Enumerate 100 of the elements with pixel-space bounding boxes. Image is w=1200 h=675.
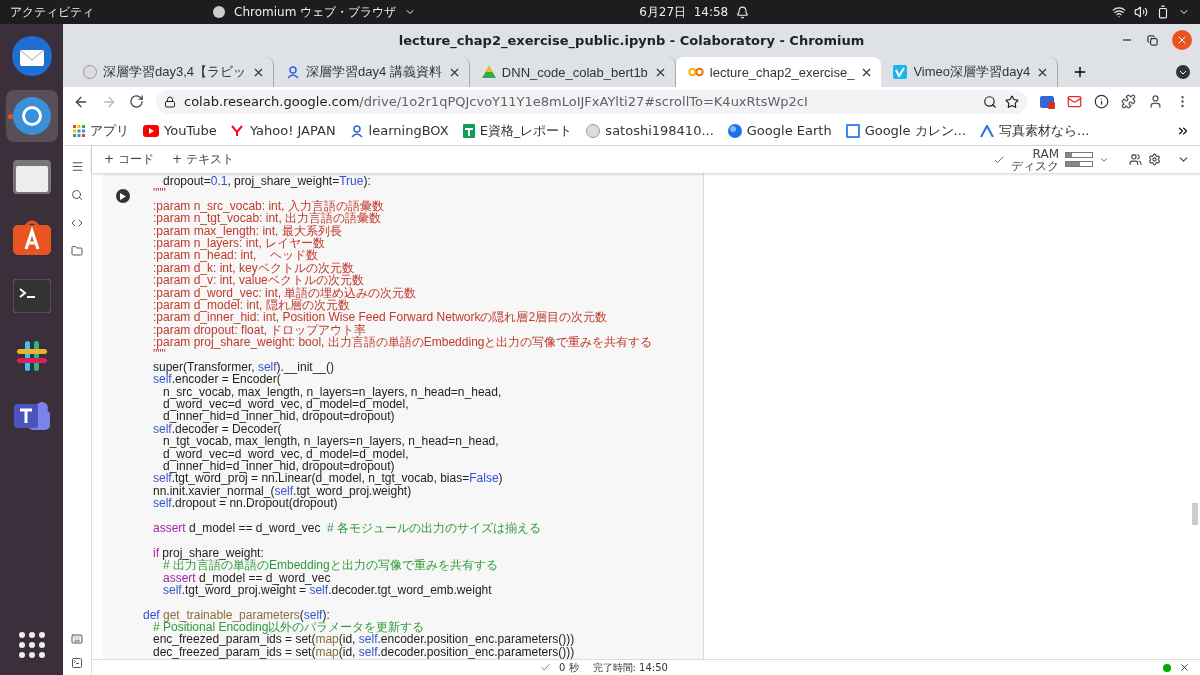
info-icon[interactable] — [1094, 94, 1109, 109]
code-line: :param d_word_vec: int, 単語の埋め込みの次元数 — [152, 286, 418, 299]
code-line: enc_freezed_param_ids = set(map(id, self.encoder.position_enc.parameters())) — [152, 633, 576, 646]
bell-icon — [736, 5, 750, 19]
play-icon — [120, 192, 126, 200]
calendar-icon — [845, 123, 860, 138]
bookmark[interactable]: E資格_レポート — [462, 121, 573, 140]
add-code-button[interactable]: + コード — [102, 151, 156, 168]
code-line: self.decoder = Decoder( — [152, 422, 282, 436]
wifi-icon — [1112, 5, 1126, 19]
browser-tab[interactable]: DNN_code_colab_bert1b — [469, 57, 676, 87]
check-icon — [540, 662, 551, 673]
code-line: d_inner_hid=d_inner_hid, dropout=dropout) — [163, 460, 395, 473]
code-line: dec_freezed_param_ids = set(map(id, self.decoder.position_enc.parameters())) — [152, 645, 576, 659]
apps-grid-icon[interactable] — [17, 631, 46, 659]
bookmark[interactable]: Yahoo! JAPAN — [230, 123, 336, 138]
code-line: # 出力言語の単語のEmbeddingと出力の写像で重みを共有する — [162, 559, 499, 572]
bookmark[interactable]: アプリ — [73, 121, 129, 140]
bookmark[interactable]: satoshi198410... — [586, 123, 714, 138]
apps-grid-icon — [73, 124, 85, 137]
play-logo-icon — [143, 124, 159, 137]
window-title: lecture_chap2_exercise_public.ipynb - Colaboratory - Chromium — [398, 33, 865, 48]
run-button[interactable] — [116, 189, 130, 203]
folder-icon[interactable] — [71, 245, 83, 257]
browser-tab[interactable]: 深層学習day4 講義資料 — [274, 57, 470, 87]
ram-label: RAM — [1032, 147, 1059, 160]
scrollbar[interactable] — [1192, 503, 1198, 525]
code-icon[interactable] — [71, 217, 83, 229]
sheet-icon — [462, 123, 475, 138]
code-line: :param n_tgt_vocab: int, 出力言語の語彙数 — [152, 212, 382, 225]
peak-logo-icon — [980, 124, 994, 137]
app-indicator-icon — [212, 5, 226, 19]
terminal-icon[interactable] — [71, 657, 83, 669]
code-line: self.tgt_word_proj.weight = self.decoder.tgt_word_emb.weight — [162, 583, 493, 597]
code-line: :param d_k: int, keyベクトルの次元数 — [152, 261, 354, 275]
extension-icon[interactable] — [1039, 93, 1055, 110]
browser-icon — [11, 96, 52, 136]
code-line: """ — [152, 348, 166, 361]
clock[interactable]: 6月27日 14:58 — [639, 3, 729, 21]
folder-icon — [12, 158, 51, 194]
infinity-icon — [687, 67, 704, 77]
restore-icon[interactable] — [1147, 34, 1158, 46]
finish-time: 完了時間: 14:50 — [592, 660, 668, 675]
code-line: n_tgt_vocab, max_length, n_layers=n_layers, n_head=n_head, — [162, 435, 500, 448]
dock-item[interactable] — [5, 90, 58, 142]
run-duration: 0 秒 — [559, 660, 579, 675]
globe-icon — [727, 123, 742, 138]
bookmark[interactable]: learningBOX — [349, 123, 449, 138]
code-line: assert d_model == d_word_vec # 各モジュールの出力のサイズは揃える — [152, 521, 543, 535]
disk-meter — [1065, 161, 1093, 167]
code-line: # Positional Encoding以外のパラメータを更新する — [152, 621, 425, 634]
code-line: d_word_vec=d_word_vec, d_model=d_model, — [162, 398, 410, 411]
v-logo-icon — [893, 65, 908, 79]
code-line: self.tgt_word_proj = nn.Linear(d_model, n_tgt_vocab, bias=False) — [152, 472, 504, 485]
connected-dot-icon — [1163, 663, 1171, 672]
browser-tab[interactable]: 深層学習day3,4【ラビッ — [71, 57, 275, 87]
address-bar[interactable]: colab.research.google.com/drive/1o2r1qPQJcvoY11Y1e8mLoIJFxAYlti27#scrollTo=K4uxRtsWp2cI — [156, 89, 1027, 114]
bookmark[interactable]: Google Earth — [727, 123, 832, 138]
volume-icon — [1134, 5, 1148, 19]
profile-icon[interactable] — [1148, 94, 1163, 109]
code-line: :param proj_share_weight: bool, 出力言語の単語のEmbeddingと出力の写像で重みを共有する — [152, 336, 653, 349]
tab-menu-icon[interactable] — [1176, 65, 1190, 79]
app-menu[interactable]: Chromium ウェブ・ブラウザ — [234, 3, 397, 21]
code-line: d_word_vec=d_word_vec, d_model=d_model, — [162, 447, 409, 460]
close-icon — [1176, 34, 1188, 46]
disk-label: ディスク — [1011, 159, 1059, 172]
toc-icon[interactable] — [70, 160, 84, 173]
bookmark[interactable]: YouTube — [143, 123, 217, 138]
triangle-icon — [481, 66, 496, 78]
browser-tab[interactable]: lecture_chap2_exercise_ — [675, 57, 882, 87]
code-line: """ — [152, 187, 166, 200]
code-line: :param n_head: int, ヘッド数 — [152, 249, 319, 262]
code-line: :param max_length: int, 最大系列長 — [152, 224, 342, 237]
ram-meter — [1065, 152, 1093, 158]
code-line: :param d_v: int, valueベクトルの次元数 — [152, 274, 365, 287]
settings-icon[interactable] — [1148, 153, 1161, 166]
code-line: self.dropout = nn.Dropout(dropout) — [152, 497, 338, 510]
code-line: :param d_inner_hid: int, Position Wise Feed Forward Networkの隠れ層2層目の次元数 — [152, 311, 609, 324]
extensions-icon[interactable] — [1121, 94, 1136, 109]
browser-tab[interactable]: Vimeo深層学習day4 — [881, 57, 1059, 87]
activities-button[interactable]: アクティビティ — [10, 3, 94, 21]
bookmark[interactable]: 写真素材なら... — [980, 121, 1090, 140]
close-button[interactable] — [1172, 30, 1192, 50]
add-text-button[interactable]: + テキスト — [169, 151, 236, 168]
mail-icon[interactable] — [1067, 94, 1082, 109]
share-icon[interactable] — [1129, 153, 1142, 166]
avatar-icon — [83, 65, 97, 79]
keyboard-icon[interactable] — [71, 633, 83, 645]
code-line: :param d_model: int, 隠れ層の次元数 — [152, 298, 350, 312]
code-line: d_inner_hid=d_inner_hid, dropout=dropout) — [162, 410, 395, 423]
terminal-icon — [12, 279, 51, 313]
search-icon[interactable] — [71, 189, 83, 201]
reload-icon[interactable] — [129, 94, 144, 109]
person-icon — [349, 123, 364, 138]
person-icon — [286, 65, 301, 79]
code-line: nn.init.xavier_normal_(self.tgt_word_proj.weight) — [152, 484, 412, 498]
code-line: def get_trainable_parameters(self): — [143, 608, 331, 622]
bookmark[interactable]: Google カレン... — [845, 121, 966, 140]
code-line: super(Transformer, self).__init__() — [152, 360, 335, 374]
close-icon[interactable] — [1179, 662, 1190, 673]
